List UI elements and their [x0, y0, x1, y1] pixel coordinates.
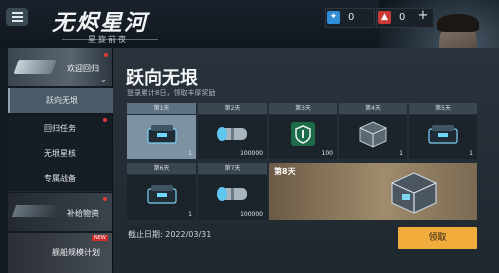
add-currency-button[interactable]: +: [416, 9, 430, 23]
day-7-cell[interactable]: 第7天 100000: [198, 163, 267, 220]
shield-icon: [291, 121, 315, 146]
day-label: 第1天: [127, 103, 196, 114]
day-2-cell[interactable]: 第2天 100000: [198, 103, 267, 159]
day-6-cell[interactable]: 第6天 1: [127, 163, 196, 220]
day-label: 第5天: [409, 103, 477, 114]
day-count: 1: [399, 150, 403, 157]
day-5-cell[interactable]: 第5天 1: [409, 103, 477, 159]
sidebar-banner-plan-label: 舰船规模计划: [52, 248, 100, 257]
claim-button[interactable]: 领取: [398, 227, 477, 249]
day-count: 100: [321, 150, 333, 157]
currency-blue-value: 0: [348, 11, 355, 23]
new-badge: NEW: [92, 235, 108, 241]
day-count: 100000: [240, 211, 263, 218]
day-count: 1: [188, 211, 192, 218]
day-label: 第7天: [198, 163, 267, 174]
chest-icon: [146, 124, 177, 144]
day-1-cell[interactable]: 第1天 1: [127, 103, 196, 159]
crate-icon: [359, 121, 387, 148]
deadline-text: 截止日期: 2022/03/31: [128, 230, 212, 239]
sidebar-banner-welcome-label: 欢迎回归: [67, 64, 99, 73]
page-title: 跃向无垠: [126, 68, 198, 89]
menu-button[interactable]: [6, 8, 28, 26]
chevron-down-icon: ⌄: [100, 75, 107, 84]
premium-crate-icon: [391, 172, 437, 214]
chest-icon: [428, 124, 458, 144]
notification-dot: [103, 118, 107, 122]
day-count: 1: [469, 150, 473, 157]
day-label: 第2天: [198, 103, 267, 114]
currency-red: ▲ 0: [378, 9, 405, 25]
chest-icon: [146, 185, 177, 204]
ship-image: [13, 60, 57, 74]
day-label: 第6天: [127, 163, 196, 174]
canister-icon: [216, 126, 247, 141]
day-3-cell[interactable]: 第3天 100: [269, 103, 337, 159]
sidebar-banner-supply-label: 补给物资: [67, 209, 99, 218]
notification-dot: [103, 197, 107, 201]
sidebar-item-leap[interactable]: 跃向无垠: [8, 88, 114, 113]
day-count: 1: [188, 150, 192, 157]
game-logo-subtitle: 星旋前夜: [88, 35, 128, 44]
page-subtitle: 登录累计8日，领取丰厚奖励: [127, 89, 216, 97]
day-label: 第3天: [269, 103, 337, 114]
day-8-label: 第8天: [274, 167, 296, 176]
notification-dot: [104, 53, 108, 57]
currency-red-value: 0: [399, 11, 406, 23]
canister-icon: [216, 187, 247, 202]
flame-icon: ▲: [378, 10, 391, 24]
sidebar-item-star-core[interactable]: 无垠星核: [8, 141, 112, 167]
day-label: 第4天: [339, 103, 407, 114]
sidebar-item-return-quests[interactable]: 回归任务: [8, 116, 112, 142]
sidebar-item-exclusive-prep[interactable]: 专属战备: [8, 166, 112, 192]
day-4-cell[interactable]: 第4天 1: [339, 103, 407, 159]
day-count: 100000: [240, 150, 263, 157]
currency-blue: ✦ 0: [327, 9, 354, 25]
day-8-grand-prize[interactable]: [269, 163, 477, 220]
ship-image: [11, 205, 61, 217]
game-logo-title: 无烬星河: [52, 10, 149, 36]
crystal-icon: ✦: [327, 10, 340, 24]
